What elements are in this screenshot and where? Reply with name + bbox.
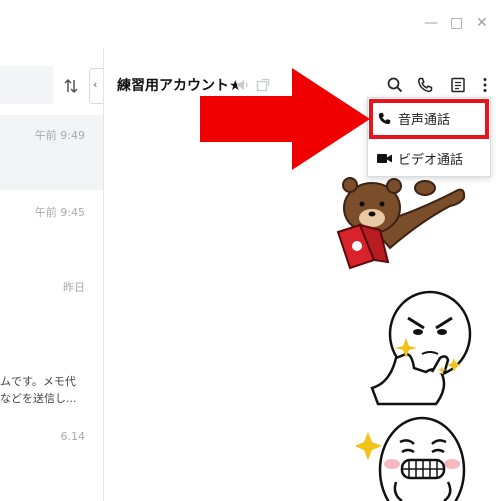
video-camera-icon [377, 154, 392, 163]
chat-time: 午前 9:49 [34, 129, 85, 142]
chat-search-input[interactable] [0, 66, 53, 104]
chat-preview-line: ムです。メモ代 [0, 375, 76, 388]
video-call-label: ビデオ通話 [398, 153, 464, 168]
chat-time: 午前 9:45 [34, 206, 85, 219]
chat-list-item[interactable]: 昨日 [0, 265, 103, 355]
chat-list-item[interactable]: ムです。メモ代 などを送信し... 6.14 [0, 355, 103, 455]
chat-time: 6.14 [60, 430, 86, 443]
pointer-arrow-icon [200, 68, 370, 170]
chevron-left-icon: ‹ [93, 78, 98, 91]
minimize-button[interactable]: — [424, 14, 438, 32]
brown-bear-sticker [336, 177, 466, 270]
chat-time: 昨日 [63, 281, 85, 294]
moon-grin-sticker [356, 416, 466, 501]
notes-icon[interactable] [450, 77, 466, 93]
more-icon[interactable] [481, 77, 489, 93]
title-bar: — □ ✕ [0, 0, 500, 48]
chat-list-item[interactable]: 午前 9:45 [0, 190, 103, 265]
sort-icon[interactable] [64, 78, 78, 94]
moon-thumbs-up-sticker [370, 290, 472, 406]
maximize-button[interactable]: □ [450, 14, 463, 32]
chat-preview-line: などを送信し... [0, 392, 77, 405]
phone-icon[interactable] [417, 77, 433, 93]
chat-list-item[interactable]: 午前 9:49 [0, 115, 103, 190]
search-icon[interactable] [387, 77, 403, 93]
close-button[interactable]: ✕ [476, 14, 488, 32]
pane-divider [103, 48, 104, 501]
highlight-box [369, 99, 489, 139]
collapse-list-button[interactable]: ‹ [89, 68, 103, 104]
